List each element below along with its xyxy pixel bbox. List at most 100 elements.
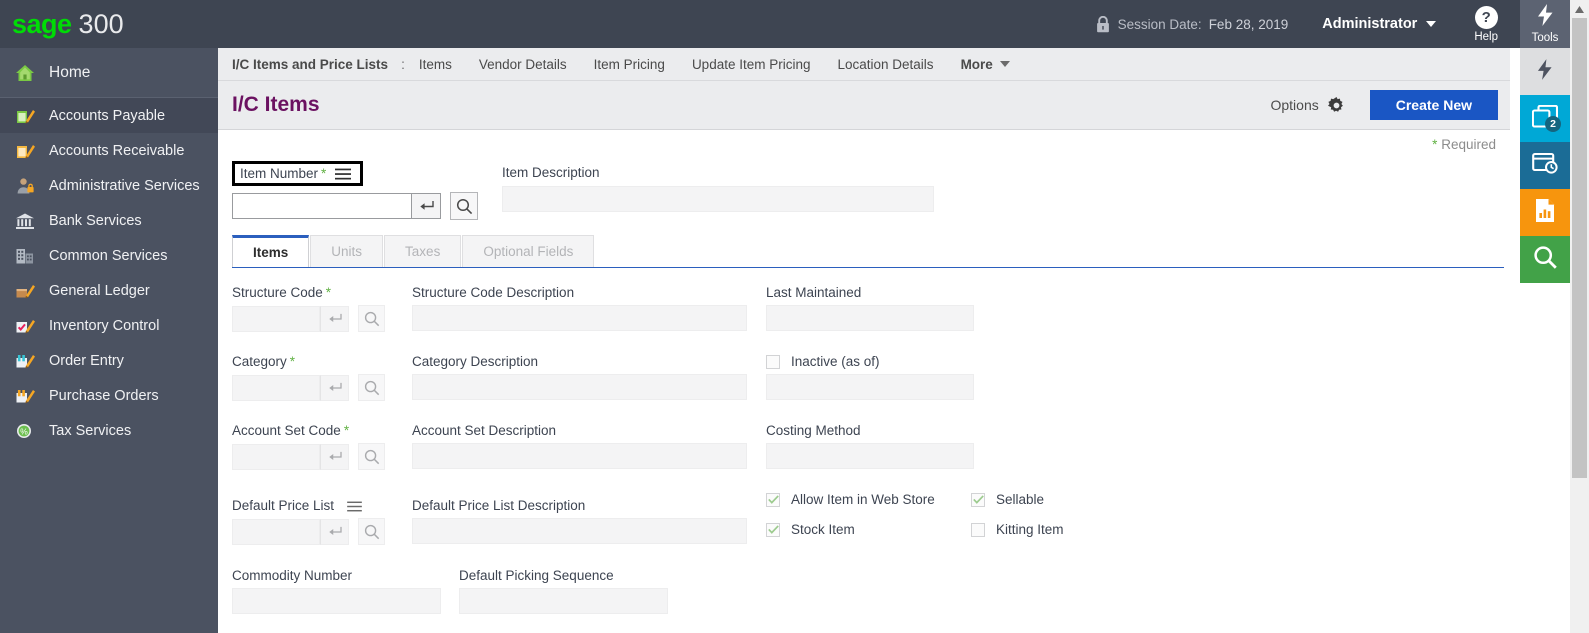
help-label: Help	[1474, 31, 1498, 43]
sidebar-item-accounts-receivable[interactable]: Accounts Receivable	[0, 133, 218, 168]
options-label: Options	[1270, 97, 1318, 113]
scrollbar-up-arrow[interactable]	[1570, 0, 1589, 18]
tab-taxes: Taxes	[384, 235, 461, 267]
structure-code-description-label: Structure Code Description	[412, 285, 747, 300]
flash-icon	[1537, 59, 1553, 85]
session-date-block: Session Date: Feb 28, 2019	[1096, 16, 1289, 33]
last-maintained-group: Last Maintained	[766, 285, 974, 331]
inactive-checkbox-row[interactable]: Inactive (as of)	[766, 354, 974, 369]
item-number-search-icon[interactable]	[450, 192, 478, 220]
sidebar-item-inventory-control[interactable]: Inventory Control	[0, 308, 218, 343]
item-number-input[interactable]	[232, 193, 412, 219]
kitting-item-checkbox[interactable]	[971, 523, 985, 537]
top-header-right-group: Session Date: Feb 28, 2019 Administrator…	[1096, 0, 1520, 48]
category-label-wrap: Category*	[232, 354, 385, 369]
page-titlebar: I/C Items Options Create New	[218, 81, 1510, 130]
sidebar-item-home[interactable]: Home	[0, 48, 218, 98]
tab-items[interactable]: Items	[232, 235, 309, 267]
breadcrumb-link-item-pricing[interactable]: Item Pricing	[594, 57, 665, 72]
logo-sage-text: sage	[12, 9, 72, 40]
page-scrollbar[interactable]	[1570, 0, 1589, 633]
default-picking-sequence-label: Default Picking Sequence	[459, 568, 668, 583]
create-new-button[interactable]: Create New	[1370, 90, 1498, 120]
item-number-required-star: *	[321, 166, 326, 181]
category-group: Category*	[232, 354, 385, 401]
rail-filler	[1520, 283, 1570, 633]
sage-300-logo[interactable]: sage 300	[0, 9, 124, 40]
allow-item-in-web-store-checkbox[interactable]	[766, 493, 780, 507]
sidebar-item-administrative-services[interactable]: Administrative Services	[0, 168, 218, 203]
sidebar-item-label: Accounts Receivable	[49, 143, 184, 159]
account-set-code-required-star: *	[344, 423, 349, 438]
default-price-list-description-group: Default Price List Description	[412, 498, 747, 544]
required-note-text: * Required	[1432, 137, 1496, 152]
default-price-list-input[interactable]	[232, 519, 320, 545]
tools-label: Tools	[1532, 32, 1559, 44]
bank-icon	[14, 211, 36, 231]
account-set-description-field	[412, 443, 747, 469]
scrollbar-thumb[interactable]	[1572, 18, 1587, 478]
account-set-code-label: Account Set Code	[232, 423, 341, 438]
rail-search-button[interactable]	[1520, 236, 1570, 283]
commodity-number-label: Commodity Number	[232, 568, 441, 583]
breadcrumb-link-update-item-pricing[interactable]: Update Item Pricing	[692, 57, 811, 72]
sidebar-item-tax-services[interactable]: % Tax Services	[0, 413, 218, 448]
default-price-list-group: Default Price List	[232, 498, 385, 545]
required-word: Required	[1441, 137, 1496, 152]
user-menu-label: Administrator	[1322, 16, 1417, 32]
required-note: * Required	[218, 130, 1510, 158]
breadcrumb-link-location-details[interactable]: Location Details	[838, 57, 934, 72]
top-header-bar: sage 300 Session Date: Feb 28, 2019 Admi…	[0, 0, 1520, 48]
structure-code-input[interactable]	[232, 306, 320, 332]
enter-arrow-icon[interactable]	[412, 193, 441, 219]
allow-item-in-web-store-row[interactable]: Allow Item in Web Store	[766, 492, 971, 507]
kitting-item-label: Kitting Item	[996, 522, 1064, 537]
form-field-grid: Structure Code* Structure Code Descripti…	[232, 285, 1510, 615]
commodity-number-field[interactable]	[232, 588, 441, 614]
enter-arrow-icon	[320, 519, 349, 545]
sidebar-item-common-services[interactable]: Common Services	[0, 238, 218, 273]
sidebar-item-label: Order Entry	[49, 353, 124, 369]
last-maintained-label: Last Maintained	[766, 285, 974, 300]
inventory-control-icon	[14, 316, 36, 336]
stock-item-checkbox[interactable]	[766, 523, 780, 537]
rail-open-windows-button[interactable]: 2	[1520, 95, 1570, 142]
user-menu[interactable]: Administrator	[1322, 16, 1436, 32]
chevron-down-icon	[1000, 61, 1010, 67]
sidebar-item-general-ledger[interactable]: General Ledger	[0, 273, 218, 308]
sellable-row[interactable]: Sellable	[971, 492, 1044, 507]
breadcrumb-root[interactable]: I/C Items and Price Lists	[232, 57, 388, 72]
options-button[interactable]: Options	[1270, 97, 1344, 114]
help-button[interactable]: ? Help	[1474, 6, 1498, 43]
sidebar-item-purchase-orders[interactable]: Purchase Orders	[0, 378, 218, 413]
kitting-item-row[interactable]: Kitting Item	[971, 522, 1064, 537]
sidebar-item-accounts-payable[interactable]: Accounts Payable	[0, 98, 218, 133]
account-set-code-search-icon	[358, 443, 385, 470]
default-picking-sequence-field[interactable]	[459, 588, 668, 614]
sellable-checkbox[interactable]	[971, 493, 985, 507]
hamburger-menu-icon[interactable]	[347, 501, 362, 512]
breadcrumb-link-items[interactable]: Items	[419, 57, 452, 72]
rail-flash-button[interactable]	[1520, 48, 1570, 95]
lightning-bolt-icon	[1537, 4, 1554, 31]
rail-recent-windows-button[interactable]	[1520, 142, 1570, 189]
main-content: I/C Items and Price Lists : Items Vendor…	[218, 48, 1510, 633]
account-set-code-input[interactable]	[232, 444, 320, 470]
sidebar-item-label: Accounts Payable	[49, 108, 165, 124]
tab-optional-fields: Optional Fields	[462, 235, 594, 267]
stock-item-row[interactable]: Stock Item	[766, 522, 971, 537]
breadcrumb-more-menu[interactable]: More	[961, 57, 1010, 72]
category-description-label: Category Description	[412, 354, 747, 369]
tools-panel-button[interactable]: Tools	[1520, 0, 1570, 48]
inactive-date-field	[766, 374, 974, 400]
home-icon	[14, 63, 36, 83]
inactive-checkbox[interactable]	[766, 355, 780, 369]
breadcrumb-link-vendor-details[interactable]: Vendor Details	[479, 57, 567, 72]
rail-reports-button[interactable]	[1520, 189, 1570, 236]
window-clock-icon	[1532, 152, 1558, 179]
sidebar-item-bank-services[interactable]: Bank Services	[0, 203, 218, 238]
chevron-down-icon	[1426, 21, 1436, 27]
category-input[interactable]	[232, 375, 320, 401]
sidebar-item-order-entry[interactable]: Order Entry	[0, 343, 218, 378]
hamburger-menu-icon[interactable]	[335, 168, 351, 180]
